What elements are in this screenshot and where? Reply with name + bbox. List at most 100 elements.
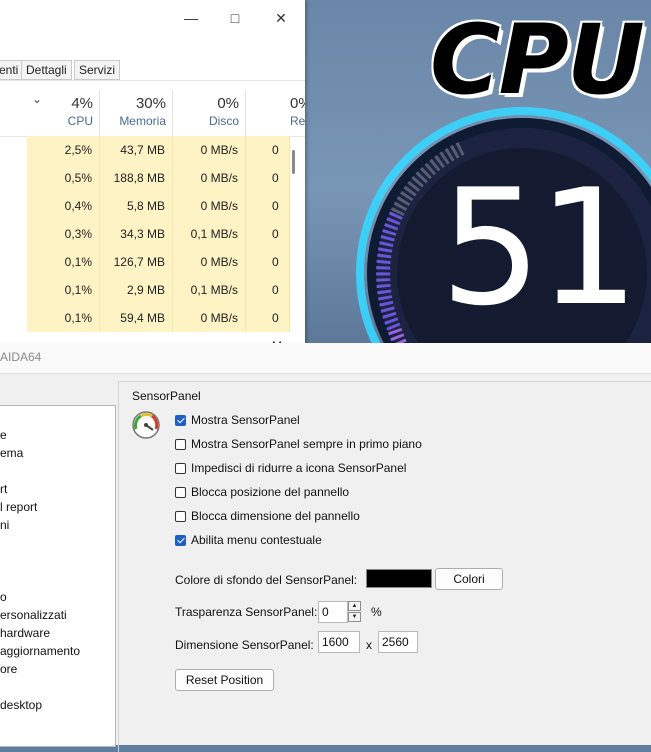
checkbox-label: Blocca posizione del pannello bbox=[191, 485, 350, 499]
task-manager-window: — □ ✕ enti Dettagli Servizi ⌄ 4% CPU 30%… bbox=[0, 0, 305, 345]
cpu-heading: CPU bbox=[430, 4, 645, 116]
table-cell: 0,1% bbox=[27, 304, 100, 332]
table-cell: 0 M bbox=[246, 276, 290, 325]
table-cell: 5,8 MB bbox=[100, 192, 173, 220]
bg-color-label: Colore di sfondo del SensorPanel: bbox=[175, 573, 358, 587]
close-icon[interactable]: ✕ bbox=[273, 10, 289, 26]
tree-item[interactable]: ni bbox=[0, 518, 9, 532]
column-memory[interactable]: 30% Memoria bbox=[100, 90, 173, 136]
network-total: 0% bbox=[290, 95, 305, 112]
tab-details[interactable]: Dettagli bbox=[21, 60, 72, 80]
table-cell: 0 MB/s bbox=[173, 304, 246, 332]
window-title: AIDA64 bbox=[0, 350, 42, 364]
disk-total: 0% bbox=[217, 95, 239, 112]
memory-total: 30% bbox=[135, 95, 166, 112]
table-row[interactable]: 2,5%43,7 MB0 MB/s0 M bbox=[0, 136, 290, 185]
table-row[interactable]: 0,1%126,7 MB0 MB/s0 M bbox=[0, 248, 290, 297]
table-cell: 126,7 MB bbox=[100, 248, 173, 276]
checkbox[interactable] bbox=[175, 462, 186, 474]
table-row[interactable]: 0,5%188,8 MB0 MB/s0 M bbox=[0, 164, 290, 213]
table-cell: 0 MB/s bbox=[173, 192, 246, 220]
checkbox-row[interactable]: Impedisci di ridurre a icona SensorPanel bbox=[175, 460, 406, 476]
sensorpanel-group-title: SensorPanel bbox=[129, 389, 204, 403]
process-list: 2,5%43,7 MB0 MB/s0 M0,5%188,8 MB0 MB/s0 … bbox=[0, 136, 290, 345]
disk-column-label: Disco bbox=[208, 114, 239, 128]
spin-down-icon[interactable]: ▼ bbox=[348, 612, 361, 622]
colors-button[interactable]: Colori bbox=[435, 568, 503, 590]
transparency-stepper[interactable]: ▲ ▼ bbox=[348, 601, 362, 623]
cpu-total: 4% bbox=[71, 95, 93, 112]
tree-item[interactable]: l report bbox=[0, 500, 37, 514]
cpu-column-label: CPU bbox=[67, 114, 93, 128]
table-cell: 0,1% bbox=[27, 248, 100, 276]
checkbox[interactable] bbox=[175, 510, 186, 522]
tree-item[interactable]: ore bbox=[0, 662, 17, 676]
table-cell: 0 M bbox=[246, 164, 290, 213]
table-cell: 0 M bbox=[246, 248, 290, 297]
checkbox-row[interactable]: Mostra SensorPanel bbox=[175, 412, 300, 428]
table-row[interactable]: 0,4%5,8 MB0 MB/s0 M bbox=[0, 192, 290, 241]
minimize-icon[interactable]: — bbox=[183, 10, 199, 26]
table-cell: 0,5% bbox=[27, 164, 100, 192]
tree-item[interactable]: desktop bbox=[0, 698, 42, 712]
column-cpu[interactable]: 4% CPU bbox=[27, 90, 100, 136]
checkbox-label: Impedisci di ridurre a icona SensorPanel bbox=[191, 461, 407, 475]
table-row[interactable]: 0,3%34,3 MB0,1 MB/s0 M bbox=[0, 220, 290, 269]
checkbox-label: Mostra SensorPanel bbox=[191, 413, 300, 427]
table-cell: 0 M bbox=[246, 136, 290, 185]
transparency-input[interactable]: 0 bbox=[318, 601, 348, 623]
table-cell: 0,1 MB/s bbox=[173, 220, 246, 248]
task-manager-header: ⌄ 4% CPU 30% Memoria 0% Disco 0% Re bbox=[0, 90, 305, 137]
table-cell: 188,8 MB bbox=[100, 164, 173, 192]
transparency-unit: % bbox=[371, 605, 382, 619]
checkbox-label: Blocca dimensione del pannello bbox=[191, 509, 360, 523]
checkbox-checked[interactable] bbox=[175, 534, 186, 546]
table-cell: 0 M bbox=[246, 192, 290, 241]
table-cell: 0 MB/s bbox=[173, 248, 246, 276]
tree-item[interactable]: hardware bbox=[0, 626, 50, 640]
table-cell: 0,4% bbox=[27, 192, 100, 220]
table-row[interactable]: 0,1%2,9 MB0,1 MB/s0 M bbox=[0, 276, 290, 325]
checkbox-row[interactable]: Blocca posizione del pannello bbox=[175, 484, 349, 500]
tree-item[interactable]: e bbox=[0, 428, 7, 442]
spin-up-icon[interactable]: ▲ bbox=[348, 601, 361, 611]
tree-item[interactable]: aggiornamento bbox=[0, 644, 80, 658]
tree-item[interactable]: ema bbox=[0, 446, 23, 460]
table-row[interactable]: 0,1%59,4 MB0 MB/s0 M bbox=[0, 304, 290, 345]
checkbox-checked[interactable] bbox=[175, 414, 186, 426]
tab-services[interactable]: Servizi bbox=[74, 60, 121, 80]
table-cell: 34,3 MB bbox=[100, 220, 173, 248]
checkbox[interactable] bbox=[175, 486, 186, 498]
gauge-icon bbox=[132, 411, 160, 439]
table-cell: 0,1 MB/s bbox=[173, 276, 246, 304]
tree-item[interactable]: rt bbox=[0, 482, 7, 496]
maximize-icon[interactable]: □ bbox=[227, 10, 243, 26]
column-disk[interactable]: 0% Disco bbox=[173, 90, 246, 136]
transparency-label: Trasparenza SensorPanel: bbox=[175, 605, 318, 619]
task-manager-tabs: enti Dettagli Servizi bbox=[0, 58, 305, 81]
checkbox-row[interactable]: Abilita menu contestuale bbox=[175, 532, 322, 548]
checkbox-row[interactable]: Blocca dimensione del pannello bbox=[175, 508, 360, 524]
task-manager-titlebar: — □ ✕ bbox=[0, 0, 305, 36]
width-input[interactable]: 1600 bbox=[318, 631, 360, 653]
tree-item[interactable]: o bbox=[0, 590, 7, 604]
checkbox[interactable] bbox=[175, 438, 186, 450]
bg-color-swatch[interactable] bbox=[366, 569, 432, 588]
scrollbar[interactable] bbox=[292, 150, 295, 174]
size-label: Dimensione SensorPanel: bbox=[175, 638, 314, 652]
tab-processes[interactable]: enti bbox=[0, 60, 24, 80]
checkbox-label: Abilita menu contestuale bbox=[191, 533, 322, 547]
checkbox-row[interactable]: Mostra SensorPanel sempre in primo piano bbox=[175, 436, 422, 452]
table-cell: 0,1% bbox=[27, 276, 100, 304]
height-input[interactable]: 2560 bbox=[378, 631, 418, 653]
network-column-label: Re bbox=[290, 114, 305, 128]
table-cell: 0 M bbox=[246, 304, 290, 345]
size-separator: x bbox=[366, 638, 372, 652]
reset-position-button[interactable]: Reset Position bbox=[175, 669, 274, 691]
table-cell: 59,4 MB bbox=[100, 304, 173, 332]
aida64-titlebar: AIDA64 bbox=[0, 343, 651, 373]
tree-item[interactable]: ersonalizzati bbox=[0, 608, 67, 622]
table-cell: 0 MB/s bbox=[173, 136, 246, 164]
column-network[interactable]: 0% Re bbox=[246, 90, 305, 136]
table-cell: 0 MB/s bbox=[173, 164, 246, 192]
